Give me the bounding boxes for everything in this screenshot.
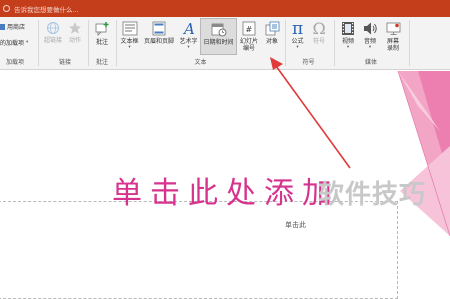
svg-text:#: # xyxy=(246,25,253,34)
action-button[interactable]: 动作 xyxy=(65,21,85,44)
video-button[interactable]: 视频 ▾ xyxy=(337,21,359,50)
equation-label: 公式 xyxy=(291,38,304,45)
datetime-label: 日期和时间 xyxy=(203,39,234,46)
textbox-button[interactable]: 文本框 ▾ xyxy=(118,21,141,50)
speaker-icon xyxy=(363,22,377,35)
addins-group-label: 加载项 xyxy=(5,59,24,66)
chevron-down-icon: ▾ xyxy=(346,45,350,50)
symbol-button[interactable]: Ω 符号 xyxy=(308,19,330,45)
slide-number-button[interactable]: # 幻灯片 编号 xyxy=(237,21,261,52)
wordart-label: 艺术字 xyxy=(179,38,198,45)
object-button[interactable]: 对象 xyxy=(261,21,283,45)
object-label: 对象 xyxy=(265,38,278,45)
separator xyxy=(409,20,410,66)
hyperlink-label: 超链接 xyxy=(43,37,62,44)
omega-icon: Ω xyxy=(313,19,326,36)
watermark-text: 软件技巧 xyxy=(318,180,427,210)
media-group-label: 媒体 xyxy=(364,59,377,66)
tell-me-bar[interactable]: 告诉我您想要做什么... xyxy=(0,0,450,17)
separator xyxy=(285,20,286,66)
chevron-down-icon: ▾ xyxy=(128,45,131,50)
object-icon xyxy=(265,21,279,36)
links-group-label: 链接 xyxy=(58,59,71,66)
hyperlink-button[interactable]: 超链接 xyxy=(41,21,65,44)
equation-button[interactable]: π 公式 ▾ xyxy=(287,19,308,50)
lightbulb-icon xyxy=(3,5,10,12)
separator xyxy=(334,20,335,66)
slide-number-icon: # xyxy=(242,21,256,36)
ribbon-insert-tab: 用商店 的加载项 ▾ 加载项 超链接 动作 链接 批注 批注 文本框 ▾ 页眉和… xyxy=(0,17,450,70)
separator xyxy=(38,20,39,66)
globe-link-icon xyxy=(47,22,59,34)
symbol-label: 符号 xyxy=(312,38,325,45)
my-addins-button[interactable]: 的加载项 ▾ xyxy=(0,38,28,47)
wordart-button[interactable]: A 艺术字 ▾ xyxy=(177,21,200,50)
audio-label: 音频 xyxy=(363,38,376,45)
svg-text:π: π xyxy=(292,19,303,36)
screen-record-icon xyxy=(386,22,400,35)
chevron-down-icon: ▾ xyxy=(296,45,299,50)
header-footer-icon xyxy=(152,21,166,36)
pi-icon: π xyxy=(292,19,303,36)
header-footer-button[interactable]: 页眉和页脚 xyxy=(141,21,177,45)
separator xyxy=(88,20,89,66)
svg-text:Ω: Ω xyxy=(313,19,326,36)
chevron-down-icon: ▾ xyxy=(368,45,372,50)
star-action-icon xyxy=(69,22,81,34)
title-placeholder-frame[interactable] xyxy=(0,201,398,299)
textbox-label: 文本框 xyxy=(120,38,139,45)
my-addins-label: 的加载项 xyxy=(0,40,25,47)
datetime-button[interactable]: 日期和时间 xyxy=(200,18,237,55)
symbols-group-label: 符号 xyxy=(302,59,315,66)
screen-recording-label-line2: 录制 xyxy=(386,45,399,52)
get-addins-label: 用商店 xyxy=(7,24,26,31)
chevron-down-icon: ▾ xyxy=(26,40,29,45)
film-icon xyxy=(342,22,354,35)
textbox-icon xyxy=(122,21,137,36)
svg-text:A: A xyxy=(182,21,195,36)
slide-number-label-line1: 幻灯片 xyxy=(239,38,258,45)
screen-recording-label-line1: 屏幕 xyxy=(386,38,399,45)
separator xyxy=(116,20,117,66)
calendar-clock-icon xyxy=(211,23,226,37)
slide-number-label-line2: 编号 xyxy=(242,45,255,52)
slide-title-placeholder[interactable]: 单击此处添加 xyxy=(112,168,340,212)
screen-recording-button[interactable]: 屏幕 录制 xyxy=(381,21,405,52)
store-icon xyxy=(0,23,5,30)
text-group-label: 文本 xyxy=(194,59,207,66)
wordart-icon: A xyxy=(182,21,195,36)
comment-button[interactable]: 批注 xyxy=(91,21,113,46)
tell-me-text: 告诉我您想要做什么... xyxy=(14,5,79,14)
comment-plus-icon xyxy=(95,22,109,36)
action-label: 动作 xyxy=(68,37,81,44)
get-addins-button[interactable]: 用商店 xyxy=(0,22,25,31)
audio-button[interactable]: 音频 ▾ xyxy=(359,21,381,50)
header-footer-label: 页眉和页脚 xyxy=(143,38,174,45)
slide-subtitle-placeholder[interactable]: 单击此 xyxy=(285,220,306,230)
video-label: 视频 xyxy=(341,38,354,45)
comment-label: 批注 xyxy=(95,39,108,46)
comments-group-label: 批注 xyxy=(95,59,108,66)
chevron-down-icon: ▾ xyxy=(187,45,190,50)
